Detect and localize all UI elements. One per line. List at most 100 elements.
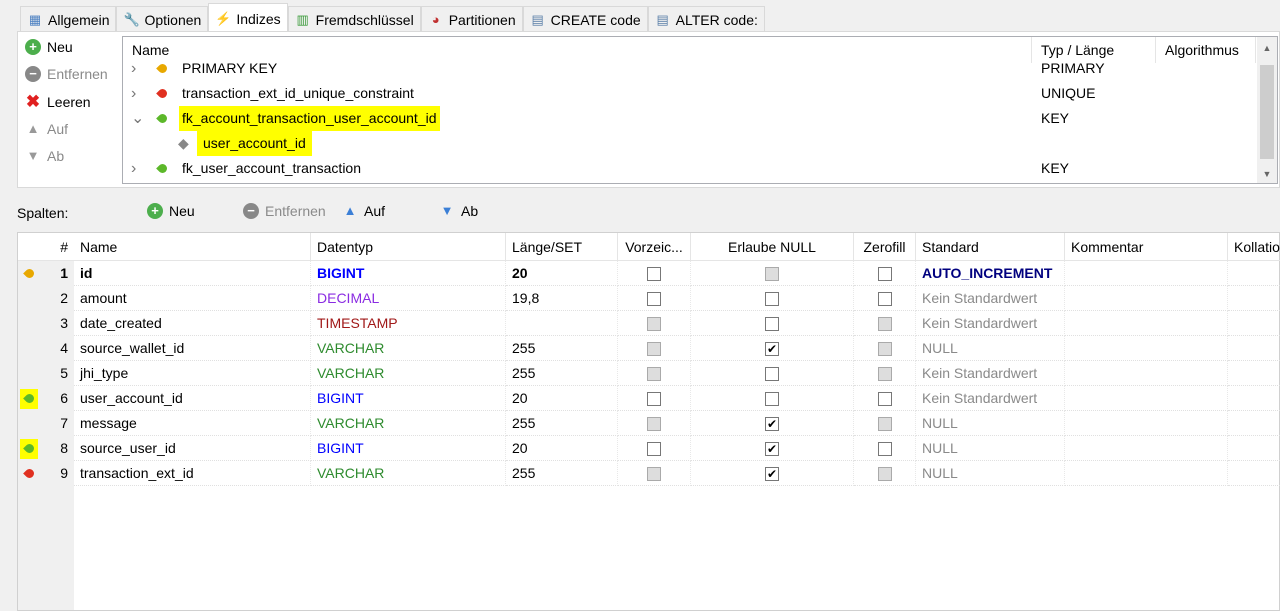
column-name[interactable]: message (74, 411, 311, 436)
column-name[interactable]: date_created (74, 311, 311, 336)
column-header-name[interactable]: Name (74, 233, 311, 261)
zerofill-checkbox[interactable] (877, 292, 892, 307)
column-null-cell[interactable] (691, 311, 854, 336)
index-new-button[interactable]: + Neu (25, 39, 73, 55)
column-remove-button[interactable]: − Entfernen (243, 203, 326, 219)
column-unsigned-cell[interactable] (618, 386, 691, 411)
column-name[interactable]: amount (74, 286, 311, 311)
chevron-right-icon[interactable]: › (131, 56, 136, 81)
column-default[interactable]: NULL (916, 461, 1065, 486)
column-length[interactable] (506, 311, 618, 336)
chevron-down-icon[interactable]: ⌄ (131, 106, 144, 131)
column-name[interactable]: transaction_ext_id (74, 461, 311, 486)
column-datatype[interactable]: DECIMAL (311, 286, 506, 311)
index-column-item[interactable]: ◆ user_account_id (123, 131, 1258, 156)
column-collation[interactable] (1228, 361, 1280, 386)
column-header-comment[interactable]: Kommentar (1065, 233, 1228, 261)
column-null-cell[interactable]: ✔ (691, 461, 854, 486)
column-default[interactable]: Kein Standardwert (916, 386, 1065, 411)
column-collation[interactable] (1228, 436, 1280, 461)
column-zerofill-cell[interactable] (854, 386, 916, 411)
column-default[interactable]: NULL (916, 411, 1065, 436)
column-up-button[interactable]: ▲ Auf (342, 203, 385, 219)
column-zerofill-cell[interactable] (854, 336, 916, 361)
index-item[interactable]: › transaction_ext_id_unique_constraint UNI… (123, 81, 1258, 106)
column-comment[interactable] (1065, 436, 1228, 461)
column-default[interactable]: NULL (916, 336, 1065, 361)
column-null-cell[interactable] (691, 386, 854, 411)
column-header-type[interactable]: Datentyp (311, 233, 506, 261)
tab-alter-code[interactable]: ▤ ALTER code: (647, 6, 765, 33)
column-unsigned-cell[interactable] (618, 261, 691, 286)
column-default[interactable]: AUTO_INCREMENT (916, 261, 1065, 286)
column-default[interactable]: NULL (916, 436, 1065, 461)
tab-create-code[interactable]: ▤ CREATE code (522, 6, 648, 33)
tab-fremdschl-ssel[interactable]: ▥ Fremdschlüssel (287, 6, 421, 33)
column-header-len[interactable]: Länge/SET (506, 233, 618, 261)
column-comment[interactable] (1065, 411, 1228, 436)
column-datatype[interactable]: VARCHAR (311, 411, 506, 436)
zerofill-checkbox[interactable] (877, 317, 892, 332)
column-collation[interactable] (1228, 261, 1280, 286)
column-down-button[interactable]: ▼ Ab (439, 203, 479, 219)
column-unsigned-cell[interactable] (618, 336, 691, 361)
tab-optionen[interactable]: 🔧 Optionen (116, 6, 209, 33)
tab-indizes[interactable]: ⚡ Indizes (208, 3, 288, 33)
column-collation[interactable] (1228, 386, 1280, 411)
column-length[interactable]: 255 (506, 411, 618, 436)
column-header-null[interactable]: Erlaube NULL (691, 233, 854, 261)
column-name[interactable]: id (74, 261, 311, 286)
unsigned-checkbox[interactable] (647, 267, 661, 282)
column-zerofill-cell[interactable] (854, 361, 916, 386)
column-datatype[interactable]: BIGINT (311, 386, 506, 411)
column-datatype[interactable]: BIGINT (311, 436, 506, 461)
unsigned-checkbox[interactable] (647, 317, 661, 332)
null-checkbox[interactable] (765, 292, 779, 307)
column-comment[interactable] (1065, 261, 1228, 286)
column-header-default[interactable]: Standard (916, 233, 1065, 261)
column-comment[interactable] (1065, 286, 1228, 311)
column-length[interactable]: 20 (506, 261, 618, 286)
index-down-button[interactable]: ▼ Ab (25, 148, 65, 164)
index-item[interactable]: ⌄ fk_account_transaction_user_account_id K… (123, 106, 1258, 131)
columns-table[interactable]: # Name Datentyp Länge/SET Vorzeic... Erlaube … (17, 232, 1280, 611)
column-default[interactable]: Kein Standardwert (916, 286, 1065, 311)
unsigned-checkbox[interactable] (647, 342, 661, 357)
column-zerofill-cell[interactable] (854, 311, 916, 336)
column-name[interactable]: source_user_id (74, 436, 311, 461)
column-datatype[interactable]: TIMESTAMP (311, 311, 506, 336)
index-up-button[interactable]: ▲ Auf (25, 121, 68, 137)
null-checkbox[interactable]: ✔ (765, 467, 779, 482)
column-collation[interactable] (1228, 461, 1280, 486)
column-comment[interactable] (1065, 336, 1228, 361)
null-checkbox[interactable]: ✔ (765, 442, 779, 457)
column-name[interactable]: jhi_type (74, 361, 311, 386)
tree-scrollbar[interactable]: ▲ ▼ (1257, 37, 1277, 183)
column-length[interactable]: 19,8 (506, 286, 618, 311)
column-comment[interactable] (1065, 461, 1228, 486)
column-default[interactable]: Kein Standardwert (916, 311, 1065, 336)
column-null-cell[interactable] (691, 361, 854, 386)
column-collation[interactable] (1228, 311, 1280, 336)
column-header-unsigned[interactable]: Vorzeic... (618, 233, 691, 261)
column-null-cell[interactable] (691, 286, 854, 311)
index-tree[interactable]: Name Typ / Länge Algorithmus › PRIMARY KE… (122, 36, 1278, 184)
null-checkbox[interactable] (765, 267, 779, 282)
column-collation[interactable] (1228, 411, 1280, 436)
column-header-collation[interactable]: Kollation (1228, 233, 1280, 261)
index-clear-button[interactable]: ✖ Leeren (25, 93, 91, 110)
unsigned-checkbox[interactable] (647, 292, 661, 307)
index-item[interactable]: › fk_user_account_transaction KEY (123, 156, 1258, 181)
null-checkbox[interactable] (765, 367, 779, 382)
column-zerofill-cell[interactable] (854, 261, 916, 286)
column-default[interactable]: Kein Standardwert (916, 361, 1065, 386)
column-unsigned-cell[interactable] (618, 286, 691, 311)
unsigned-checkbox[interactable] (647, 442, 661, 457)
zerofill-checkbox[interactable] (877, 417, 892, 432)
column-null-cell[interactable]: ✔ (691, 411, 854, 436)
column-datatype[interactable]: VARCHAR (311, 461, 506, 486)
zerofill-checkbox[interactable] (877, 467, 892, 482)
column-length[interactable]: 255 (506, 461, 618, 486)
column-zerofill-cell[interactable] (854, 461, 916, 486)
column-comment[interactable] (1065, 386, 1228, 411)
